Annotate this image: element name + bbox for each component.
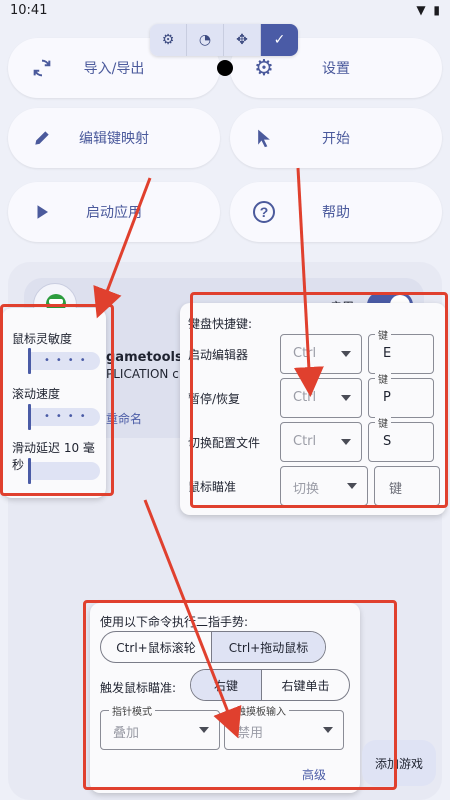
annotation-arrows (93, 167, 324, 739)
arrow-to-key-panel (293, 167, 324, 397)
arrow-to-mouse-panel (93, 177, 152, 319)
arrow-to-gesture-panel (143, 499, 242, 739)
